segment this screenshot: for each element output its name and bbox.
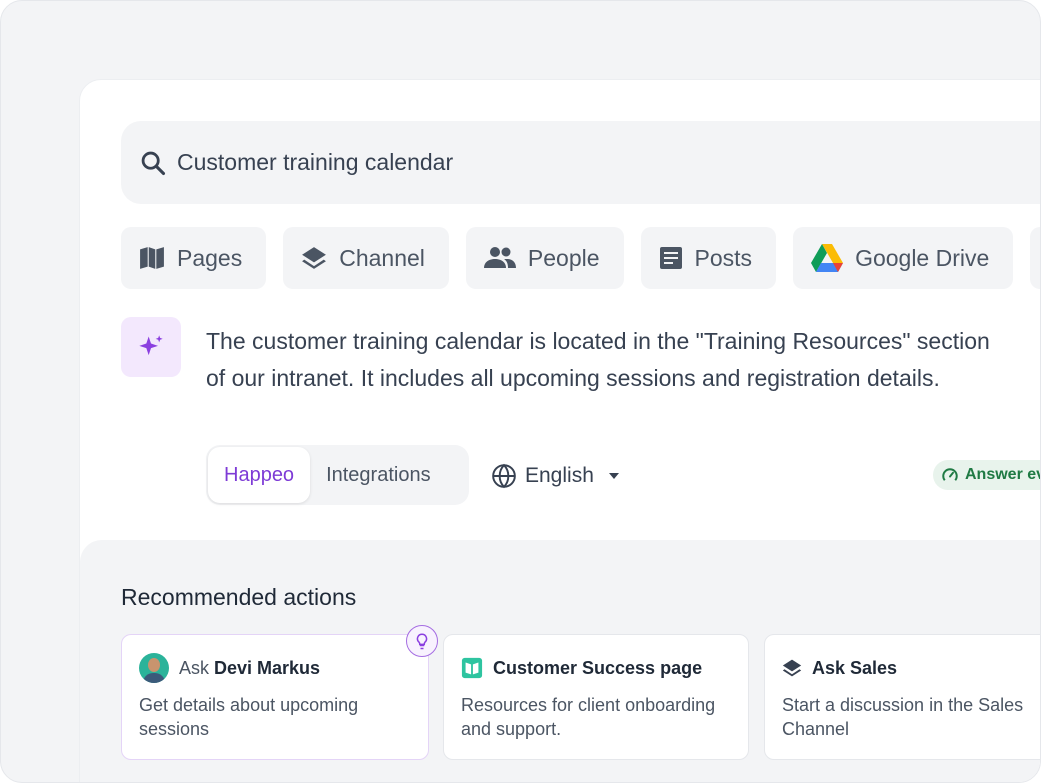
filter-people[interactable]: People [465,227,624,289]
avatar [139,653,169,683]
answer-badge[interactable]: Answer ev [933,460,1041,490]
action-card-ask-person[interactable]: Ask Devi Markus Get details about upcomin… [121,625,438,760]
google-drive-icon [811,244,844,272]
layers-icon [302,247,327,269]
filter-posts[interactable]: Posts [640,227,777,289]
globe-icon [492,463,516,489]
lightbulb-icon [406,625,438,657]
filter-google-drive[interactable]: Google Drive [793,227,1014,289]
document-icon [659,247,682,269]
answer-line: The customer training calendar is locate… [206,328,990,354]
filter-label: People [527,244,600,271]
filter-label: Channel [339,244,425,271]
action-card-page[interactable]: Customer Success page Resources for clie… [443,634,749,760]
toggle-integrations[interactable]: Integrations [310,447,447,503]
card-desc: Get details about upcoming sessions [139,695,359,739]
ai-answer-text: The customer training calendar is locate… [206,323,1040,397]
card-title: Customer Success page [493,657,703,678]
card-title: Devi Markus [214,657,321,678]
card-desc: Resources for client onboarding and supp… [461,695,716,739]
search-input[interactable]: Customer training calendar [121,121,1040,204]
action-card-channel[interactable]: Ask Sales Start a discussion in the Sale… [764,634,1040,760]
app-frame: Customer training calendar Pages Channel… [0,0,1041,783]
filter-label: Pages [177,244,243,271]
search-panel: Customer training calendar Pages Channel… [79,79,1041,782]
ask-prefix: Ask [179,657,210,678]
sparkle-icon [139,335,163,356]
filter-label: Google Drive [855,244,990,271]
source-toggle: Happeo Integrations [206,445,469,505]
gauge-icon [942,468,958,481]
language-value: English [525,464,594,487]
recommended-actions: Recommended actions Ask Devi Markus Get d… [80,540,1040,782]
answer-badge-label: Answer ev [965,466,1041,483]
answer-line: of our intranet. It includes all upcomin… [206,365,940,391]
filter-chips: Pages Channel People Posts Google Drive [121,227,1040,289]
language-select[interactable]: English [491,463,620,489]
book-icon [461,657,483,679]
filter-label: Posts [694,244,753,271]
search-query: Customer training calendar [177,149,454,175]
people-icon [483,247,516,268]
filter-channel[interactable]: Channel [283,227,449,289]
caret-down-icon [608,473,619,479]
search-icon [141,151,166,175]
filter-pages[interactable]: Pages [121,227,267,289]
book-icon [140,247,164,269]
filter-more[interactable] [1030,227,1040,289]
card-desc: Start a discussion in the Sales Channel [782,695,1024,739]
layers-icon [782,659,802,677]
toggle-happeo[interactable]: Happeo [208,447,311,503]
section-title: Recommended actions [121,584,357,610]
ai-answer-icon [121,317,181,377]
card-title: Ask Sales [812,657,898,678]
